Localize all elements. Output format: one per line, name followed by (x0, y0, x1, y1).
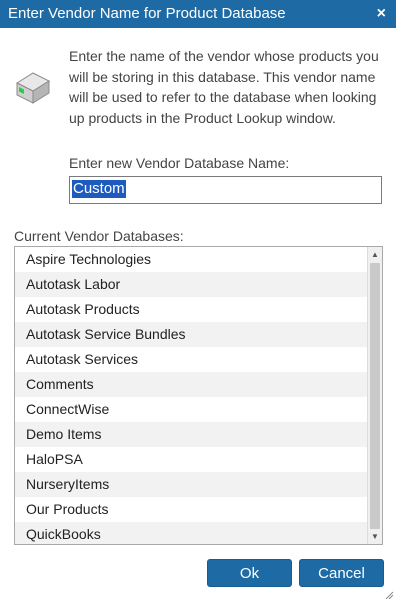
list-item[interactable]: Comments (15, 372, 368, 397)
list-item[interactable]: Our Products (15, 497, 368, 522)
ok-button[interactable]: Ok (207, 559, 292, 587)
scrollbar-thumb[interactable] (370, 263, 380, 529)
dialog-description: Enter the name of the vendor whose produ… (69, 48, 379, 126)
scroll-down-arrow-icon[interactable]: ▼ (368, 529, 382, 544)
list-item[interactable]: Aspire Technologies (15, 247, 368, 272)
vendor-items: Aspire Technologies Autotask Labor Autotas… (15, 247, 368, 544)
list-item[interactable]: ConnectWise (15, 397, 368, 422)
dialog-title: Enter Vendor Name for Product Database (8, 5, 286, 22)
list-item[interactable]: HaloPSA (15, 447, 368, 472)
list-item[interactable]: Autotask Services (15, 347, 368, 372)
vendor-name-value: Custom (72, 180, 126, 198)
vertical-scrollbar[interactable]: ▲ ▼ (367, 247, 382, 544)
vendor-list-label: Current Vendor Databases: (14, 228, 184, 244)
list-item[interactable]: Demo Items (15, 422, 368, 447)
close-icon[interactable]: × (377, 0, 386, 28)
vendor-name-input[interactable]: Custom (69, 176, 382, 204)
scroll-up-arrow-icon[interactable]: ▲ (368, 247, 382, 262)
resize-grip-icon[interactable] (384, 587, 394, 599)
cancel-button[interactable]: Cancel (299, 559, 384, 587)
list-item[interactable]: Autotask Labor (15, 272, 368, 297)
list-item[interactable]: NurseryItems (15, 472, 368, 497)
list-item[interactable]: Autotask Service Bundles (15, 322, 368, 347)
vendor-database-list[interactable]: Aspire Technologies Autotask Labor Autotas… (14, 246, 383, 545)
database-drive-icon (15, 69, 51, 105)
dialog-titlebar: Enter Vendor Name for Product Database × (0, 0, 396, 28)
list-item[interactable]: QuickBooks (15, 522, 368, 544)
vendor-name-label: Enter new Vendor Database Name: (69, 155, 290, 171)
list-item[interactable]: Autotask Products (15, 297, 368, 322)
